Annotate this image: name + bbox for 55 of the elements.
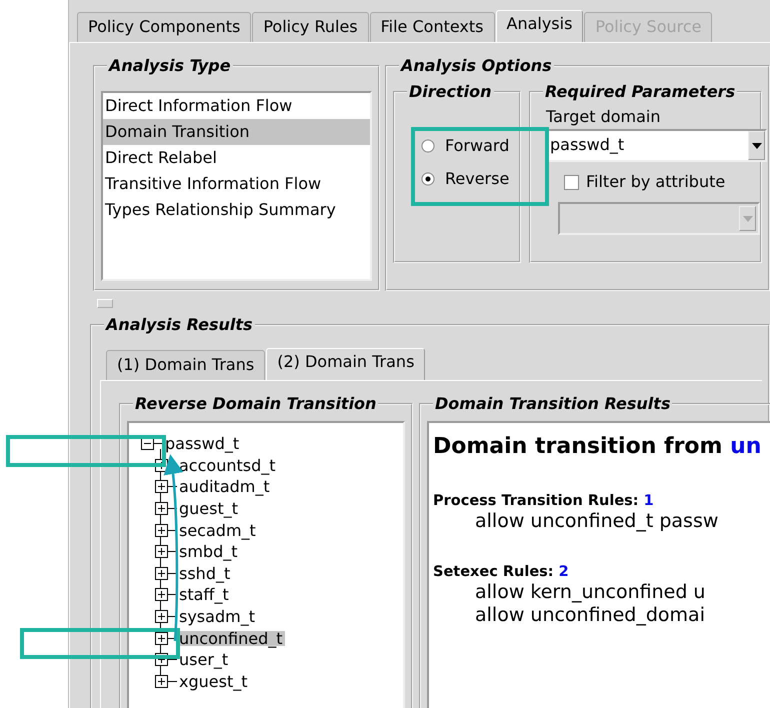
tree-item[interactable]: guest_t [177,501,240,516]
tab[interactable]: Policy Components [77,12,252,42]
expand-icon[interactable] [155,524,168,537]
list-item[interactable]: Transitive Information Flow [103,171,370,197]
list-item[interactable]: Direct Information Flow [103,93,370,119]
rule-text: allow kern_unconfined u [474,581,706,604]
tree-item[interactable]: unconfined_t [177,630,284,646]
group-title: Reverse Domain Transition [134,395,378,413]
tree-item[interactable]: auditadm_t [177,479,272,494]
group-title: Required Parameters [544,83,736,101]
pane-handle[interactable] [97,299,113,308]
radio-label: Reverse [445,168,510,190]
tree-item[interactable]: user_t [177,652,230,668]
tab[interactable]: (2) Domain Trans [266,348,426,380]
section-heading: Process Transition Rules: 1 [433,492,655,510]
checkbox[interactable] [564,174,579,190]
expand-icon[interactable] [155,545,168,558]
expand-icon[interactable] [155,610,168,624]
tree-item[interactable]: sshd_t [177,566,232,581]
rule-text: allow unconfined_domai [474,604,706,627]
list-item[interactable]: Domain Transition [103,119,370,145]
expand-icon[interactable] [155,566,168,580]
group-title: Analysis Options [399,57,553,75]
group-title: Domain Transition Results [434,395,672,413]
expand-icon[interactable] [155,632,168,645]
tree-item[interactable]: passwd_t [163,436,242,452]
list-item[interactable]: Direct Relabel [103,145,370,171]
tab[interactable]: File Contexts [370,12,494,42]
results-heading: Domain transition from un [433,433,762,461]
checkbox-label: Filter by attribute [586,171,726,193]
rule-text: allow unconfined_t passw [474,510,720,533]
expand-icon[interactable] [155,588,168,602]
tree-item[interactable]: staff_t [177,587,231,602]
radio-button[interactable] [421,138,435,152]
expand-icon[interactable] [155,502,168,516]
radio-button[interactable] [421,172,435,186]
tree-item[interactable]: xguest_t [177,674,250,689]
tab[interactable]: Analysis [496,10,584,42]
tab[interactable]: (1) Domain Trans [106,350,266,380]
expand-icon[interactable] [155,480,168,494]
group-title: Analysis Type [107,57,232,75]
tab[interactable]: Policy Rules [252,12,369,42]
tree-item[interactable]: smbd_t [177,544,240,560]
section-heading: Setexec Rules: 2 [433,563,570,581]
caret-icon[interactable] [752,142,762,148]
group-title: Direction [408,83,493,101]
expand-icon[interactable] [155,674,168,688]
field-label: Target domain [546,106,662,128]
domain-dropdown[interactable]: passwd_t [546,129,767,162]
radio-label: Forward [445,135,510,157]
tree-item[interactable]: secadm_t [177,522,258,538]
group-title: Analysis Results [104,316,254,334]
tree-item[interactable]: accountsd_t [177,458,278,473]
list-item[interactable]: Types Relationship Summary [103,197,370,223]
tree-item[interactable]: sysadm_t [177,609,257,624]
